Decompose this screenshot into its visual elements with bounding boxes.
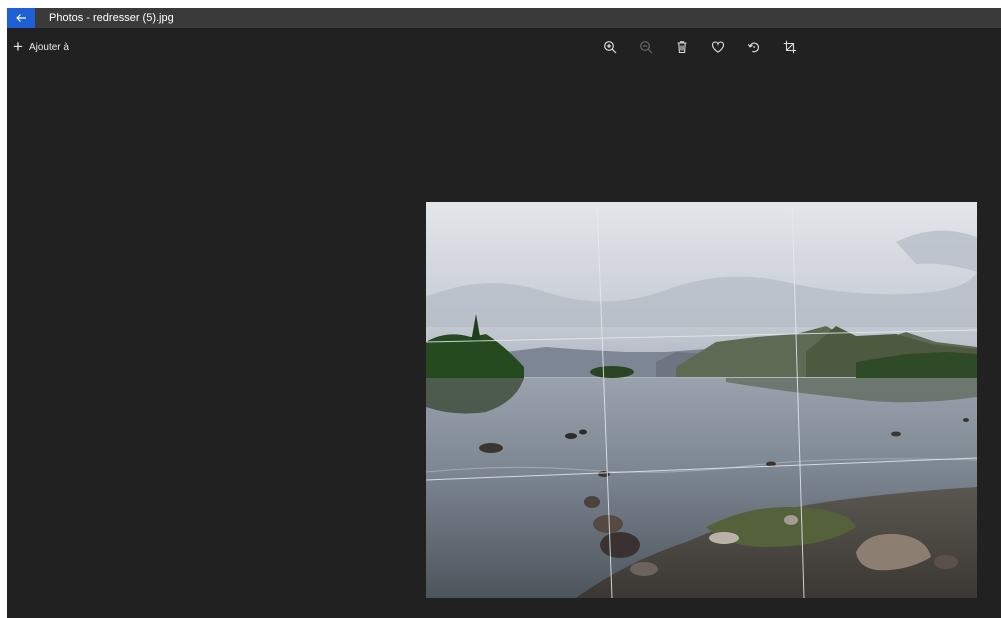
add-to-label: Ajouter à — [28, 41, 69, 53]
zoom-in-icon — [604, 41, 617, 54]
add-to-button[interactable]: + Ajouter à — [13, 37, 69, 56]
zoom-in-button[interactable] — [601, 38, 619, 56]
zoom-out-icon — [640, 41, 653, 54]
lake-landscape-photo[interactable] — [426, 202, 977, 598]
favorite-button[interactable] — [709, 38, 727, 56]
window-title: Photos - redresser (5).jpg — [49, 12, 174, 24]
image-toolbar — [601, 38, 817, 56]
plus-icon: + — [13, 37, 23, 56]
trash-icon — [677, 41, 687, 54]
photo-canvas — [426, 202, 977, 598]
title-bar: Photos - redresser (5).jpg — [7, 8, 1001, 28]
zoom-out-button[interactable] — [637, 38, 655, 56]
arrow-left-icon — [16, 14, 26, 22]
photos-app-window: Photos - redresser (5).jpg + Ajouter à — [7, 8, 1001, 618]
crop-icon — [783, 40, 797, 54]
rotate-button[interactable] — [745, 38, 763, 56]
rotate-icon — [747, 42, 760, 53]
back-button[interactable] — [7, 8, 35, 28]
crop-button[interactable] — [781, 38, 799, 56]
heart-icon — [711, 41, 725, 53]
delete-button[interactable] — [673, 38, 691, 56]
